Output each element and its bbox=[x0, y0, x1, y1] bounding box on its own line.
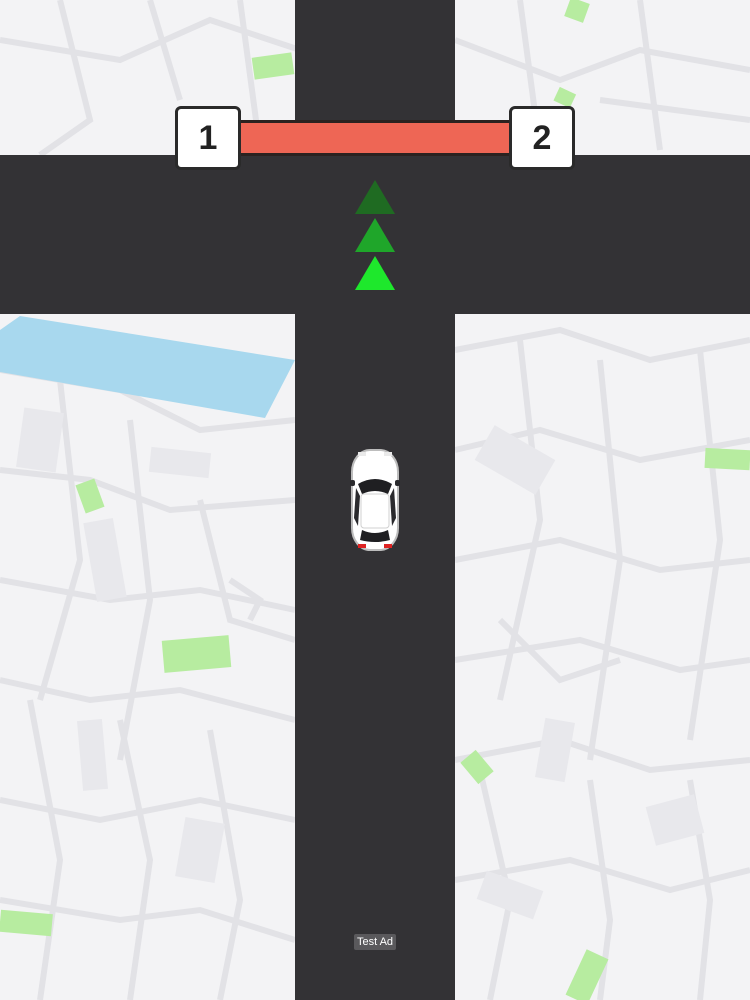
direction-arrow-icon bbox=[355, 180, 395, 214]
ad-banner[interactable]: Test Ad bbox=[354, 934, 396, 950]
direction-arrow-icon bbox=[355, 256, 395, 290]
direction-arrow-icon bbox=[355, 218, 395, 252]
barrier-bar[interactable] bbox=[232, 120, 514, 156]
barrier-marker-1[interactable]: 1 bbox=[175, 106, 241, 170]
player-car-icon[interactable] bbox=[348, 448, 402, 552]
barrier-marker-2[interactable]: 2 bbox=[509, 106, 575, 170]
